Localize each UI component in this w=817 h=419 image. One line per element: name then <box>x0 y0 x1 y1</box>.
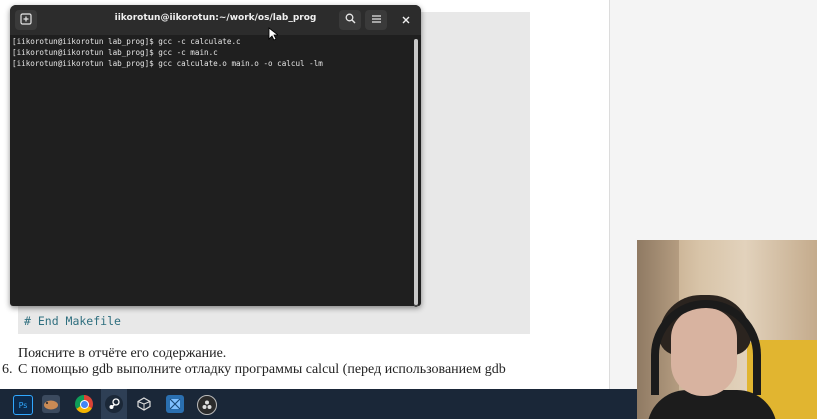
webcam-overlay <box>637 240 817 419</box>
terminal-line: [iikorotun@iikorotun lab_prog]$ gcc -c m… <box>12 48 218 57</box>
chrome-icon[interactable] <box>75 395 93 413</box>
obs-icon[interactable] <box>197 395 217 415</box>
code-comment: # End Makefile <box>24 314 121 328</box>
app-icon[interactable] <box>166 395 184 413</box>
photoshop-icon[interactable]: Ps <box>13 395 33 415</box>
mouse-cursor-icon <box>268 26 280 45</box>
steam-icon[interactable] <box>105 395 123 413</box>
list-number: 6. <box>2 362 13 377</box>
hamster-icon[interactable] <box>42 395 60 413</box>
unity-icon[interactable] <box>135 395 153 413</box>
document-paragraph: Поясните в отчёте его содержание. <box>18 346 227 361</box>
search-button[interactable] <box>339 10 361 30</box>
terminal-line: [iikorotun@iikorotun lab_prog]$ gcc -c c… <box>12 37 241 46</box>
search-icon <box>345 13 356 27</box>
terminal-titlebar[interactable]: iikorotun@iikorotun:~/work/os/lab_prog <box>10 5 421 35</box>
taskbar <box>0 389 637 419</box>
menu-button[interactable] <box>365 10 387 30</box>
terminal-window[interactable]: iikorotun@iikorotun:~/work/os/lab_prog [… <box>10 5 421 307</box>
list-item-text: С помощью gdb выполните отладку программ… <box>18 362 506 377</box>
close-icon <box>402 13 410 27</box>
scrollbar-thumb[interactable] <box>414 39 418 305</box>
hamburger-icon <box>371 13 382 27</box>
terminal-line: [iikorotun@iikorotun lab_prog]$ gcc calc… <box>12 59 323 68</box>
terminal-output[interactable]: [iikorotun@iikorotun lab_prog]$ gcc -c c… <box>12 36 412 302</box>
close-button[interactable] <box>395 10 417 30</box>
terminal-scrollbar[interactable] <box>414 39 418 307</box>
